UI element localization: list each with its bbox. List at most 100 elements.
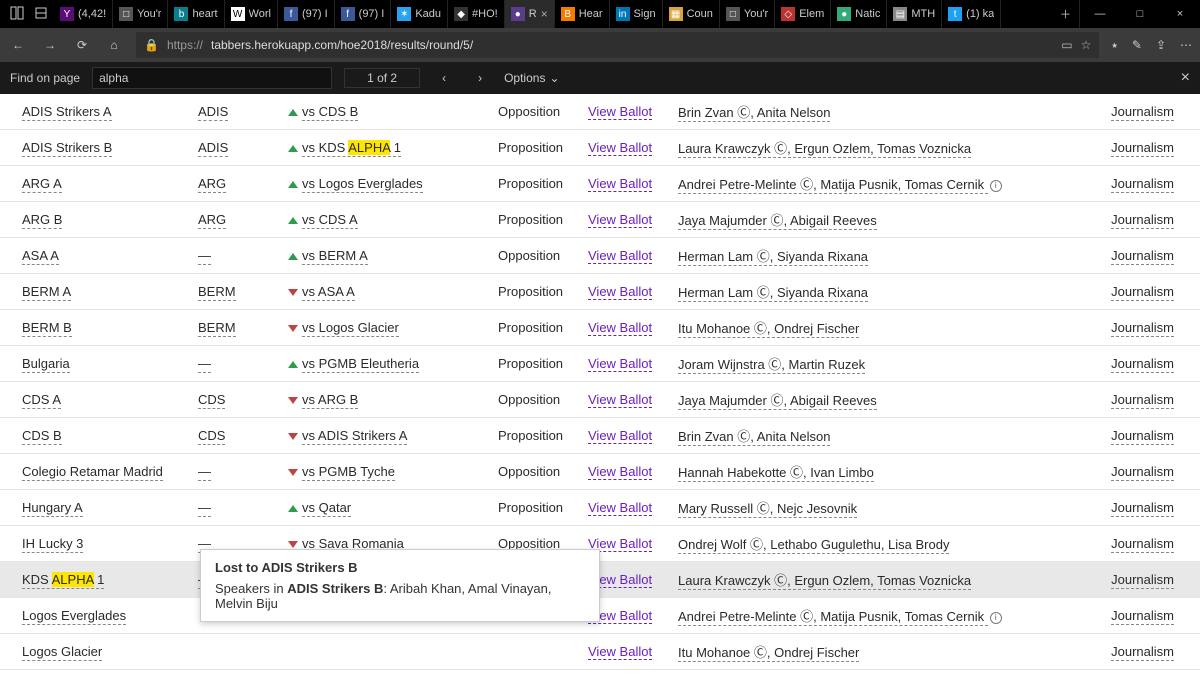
team-name[interactable]: BERM B (22, 320, 72, 337)
view-ballot-link[interactable]: View Ballot (588, 392, 652, 408)
opponent[interactable]: vs ADIS Strikers A (302, 428, 407, 445)
motion-label[interactable]: Journalism (1111, 104, 1174, 121)
adjudicators[interactable]: Ondrej Wolf Ⓒ, Lethabo Gugulethu, Lisa B… (678, 537, 949, 554)
institution-code[interactable]: — (198, 500, 211, 517)
motion-label[interactable]: Journalism (1111, 248, 1174, 265)
adjudicators[interactable]: Laura Krawczyk Ⓒ, Ergun Ozlem, Tomas Voz… (678, 141, 971, 158)
view-ballot-link[interactable]: View Ballot (588, 428, 652, 444)
share-icon[interactable]: ⇪ (1156, 38, 1166, 53)
adjudicators[interactable]: Mary Russell Ⓒ, Nejc Jesovnik (678, 501, 857, 518)
view-ballot-link[interactable]: View Ballot (588, 644, 652, 660)
institution-code[interactable]: BERM (198, 320, 236, 337)
adjudicators[interactable]: Herman Lam Ⓒ, Siyanda Rixana (678, 249, 868, 266)
browser-tab[interactable]: ▦Coun (663, 0, 720, 28)
opponent[interactable]: vs Qatar (302, 500, 351, 517)
motion-label[interactable]: Journalism (1111, 212, 1174, 229)
browser-tab[interactable]: WWorl (225, 0, 278, 28)
back-button[interactable]: ← (8, 38, 28, 52)
motion-label[interactable]: Journalism (1111, 356, 1174, 373)
motion-label[interactable]: Journalism (1111, 428, 1174, 445)
team-name[interactable]: Logos Everglades (22, 608, 126, 625)
reading-view-icon[interactable]: ▭ (1061, 38, 1072, 52)
team-name[interactable]: ARG A (22, 176, 62, 193)
team-name[interactable]: ADIS Strikers A (22, 104, 112, 121)
find-prev-button[interactable]: ‹ (432, 71, 456, 85)
opponent[interactable]: vs CDS B (302, 104, 358, 121)
browser-tab[interactable]: ●R× (505, 0, 555, 28)
adjudicators[interactable]: Hannah Habekotte Ⓒ, Ivan Limbo (678, 465, 874, 482)
browser-tab[interactable]: □You'r (113, 0, 168, 28)
motion-label[interactable]: Journalism (1111, 500, 1174, 517)
view-ballot-link[interactable]: View Ballot (588, 356, 652, 372)
institution-code[interactable]: BERM (198, 284, 236, 301)
settings-icon[interactable]: ⋯ (1180, 38, 1192, 53)
forward-button[interactable]: → (40, 38, 60, 52)
motion-label[interactable]: Journalism (1111, 320, 1174, 337)
opponent[interactable]: vs ASA A (302, 284, 355, 301)
browser-tab[interactable]: ●Natic (831, 0, 887, 28)
team-name[interactable]: Colegio Retamar Madrid (22, 464, 163, 481)
browser-tab[interactable]: ◆#HO! (448, 0, 505, 28)
browser-tab[interactable]: f(97) I (278, 0, 335, 28)
reload-button[interactable]: ⟳ (72, 38, 92, 52)
team-name[interactable]: CDS B (22, 428, 62, 445)
home-button[interactable]: ⌂ (104, 38, 124, 52)
view-ballot-link[interactable]: View Ballot (588, 104, 652, 120)
view-ballot-link[interactable]: View Ballot (588, 464, 652, 480)
team-name[interactable]: CDS A (22, 392, 61, 409)
browser-tab[interactable]: ✶Kadu (391, 0, 448, 28)
adjudicators[interactable]: Itu Mohanoe Ⓒ, Ondrej Fischer (678, 645, 859, 662)
browser-tab[interactable]: bheart (168, 0, 224, 28)
adjudicators[interactable]: Andrei Petre-Melinte Ⓒ, Matija Pusnik, T… (678, 177, 988, 194)
find-options[interactable]: Options ⌄ (504, 71, 559, 85)
browser-tab[interactable]: ◇Elem (775, 0, 831, 28)
opponent[interactable]: vs BERM A (302, 248, 368, 265)
tab-close-icon[interactable]: × (541, 7, 548, 21)
motion-label[interactable]: Journalism (1111, 176, 1174, 193)
motion-label[interactable]: Journalism (1111, 140, 1174, 157)
find-input[interactable] (92, 67, 332, 89)
browser-tab[interactable]: ▤MTH (887, 0, 942, 28)
adjudicators[interactable]: Itu Mohanoe Ⓒ, Ondrej Fischer (678, 321, 859, 338)
motion-label[interactable]: Journalism (1111, 392, 1174, 409)
institution-code[interactable]: — (198, 248, 211, 265)
opponent[interactable]: vs CDS A (302, 212, 358, 229)
browser-tab[interactable]: Y(4,42! (54, 0, 113, 28)
opponent[interactable]: vs Logos Everglades (302, 176, 423, 193)
team-name[interactable]: ASA A (22, 248, 59, 265)
team-name[interactable]: BERM A (22, 284, 71, 301)
view-ballot-link[interactable]: View Ballot (588, 176, 652, 192)
adjudicators[interactable]: Brin Zvan Ⓒ, Anita Nelson (678, 105, 830, 122)
institution-code[interactable]: — (198, 356, 211, 373)
motion-label[interactable]: Journalism (1111, 572, 1174, 589)
adjudicators[interactable]: Joram Wijnstra Ⓒ, Martin Ruzek (678, 357, 865, 374)
opponent[interactable]: vs Logos Glacier (302, 320, 399, 337)
institution-code[interactable]: ADIS (198, 140, 228, 157)
opponent[interactable]: vs KDS ALPHA 1 (302, 140, 401, 157)
opponent[interactable]: vs PGMB Tyche (302, 464, 395, 481)
address-bar[interactable]: 🔒 https://tabbers.herokuapp.com/hoe2018/… (136, 32, 1099, 58)
find-next-button[interactable]: › (468, 71, 492, 85)
motion-label[interactable]: Journalism (1111, 464, 1174, 481)
motion-label[interactable]: Journalism (1111, 284, 1174, 301)
adjudicators[interactable]: Jaya Majumder Ⓒ, Abigail Reeves (678, 213, 877, 230)
browser-tab[interactable]: f(97) I (335, 0, 392, 28)
maximize-button[interactable]: □ (1120, 0, 1160, 28)
motion-label[interactable]: Journalism (1111, 608, 1174, 625)
institution-code[interactable]: CDS (198, 392, 225, 409)
favorite-icon[interactable]: ☆ (1081, 38, 1092, 52)
browser-tab[interactable]: □You'r (720, 0, 775, 28)
view-ballot-link[interactable]: View Ballot (588, 140, 652, 156)
adjudicators[interactable]: Laura Krawczyk Ⓒ, Ergun Ozlem, Tomas Voz… (678, 573, 971, 590)
institution-code[interactable]: ADIS (198, 104, 228, 121)
view-ballot-link[interactable]: View Ballot (588, 320, 652, 336)
view-ballot-link[interactable]: View Ballot (588, 500, 652, 516)
team-name[interactable]: Bulgaria (22, 356, 70, 373)
view-ballot-link[interactable]: View Ballot (588, 212, 652, 228)
adjudicators[interactable]: Herman Lam Ⓒ, Siyanda Rixana (678, 285, 868, 302)
tabs-overview-icon[interactable] (10, 6, 24, 23)
team-name[interactable]: Logos Glacier (22, 644, 102, 661)
motion-label[interactable]: Journalism (1111, 644, 1174, 661)
set-aside-icon[interactable] (34, 6, 48, 23)
institution-code[interactable]: ARG (198, 212, 226, 229)
